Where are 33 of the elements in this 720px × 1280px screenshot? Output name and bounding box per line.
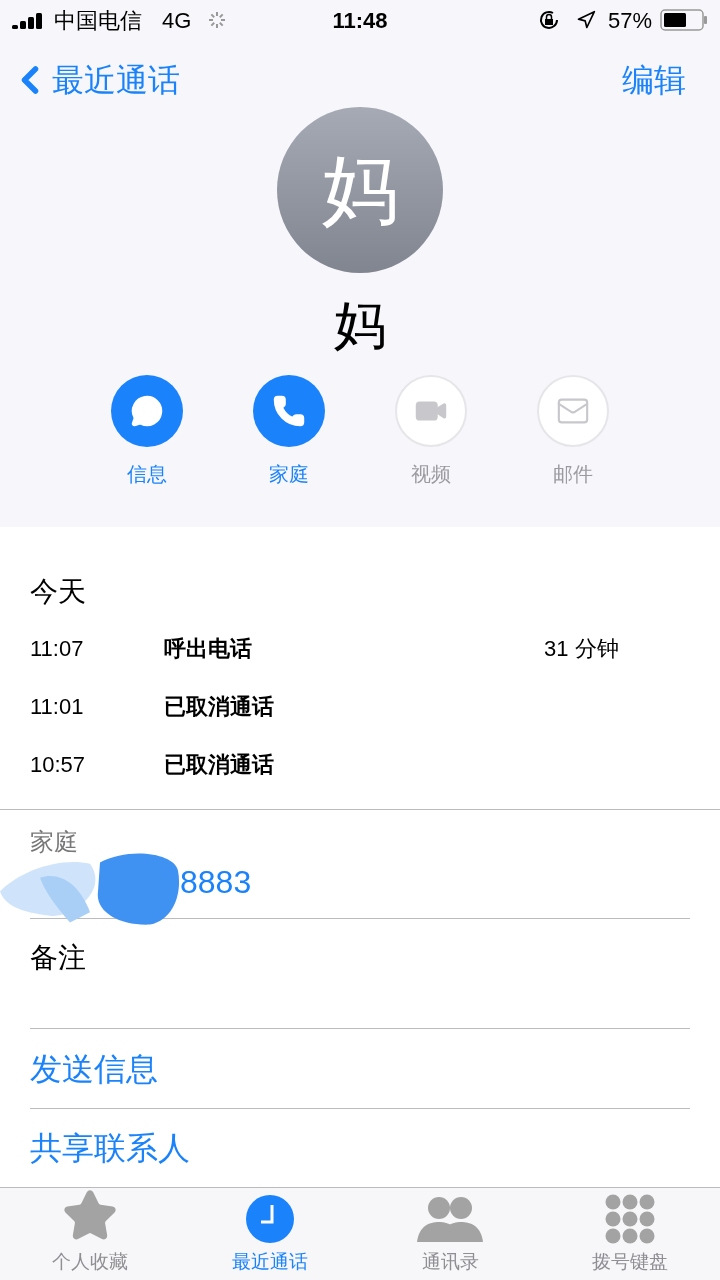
- action-link[interactable]: 共享联系人: [30, 1123, 190, 1172]
- call-type: 已取消通话: [164, 692, 275, 721]
- call-type: 呼出电话: [164, 634, 253, 663]
- notes-label: 备注: [30, 941, 86, 973]
- battery-percent: 57%: [607, 6, 652, 35]
- tab-bar-item[interactable]: 个人收藏: [0, 1187, 180, 1280]
- action-link[interactable]: 发送信息: [30, 1044, 158, 1093]
- loading-spinner-icon: [207, 10, 228, 30]
- network-type: 4G: [162, 6, 192, 35]
- call-time: 11:07: [30, 634, 85, 663]
- tab-bar-item[interactable]: 拨号键盘: [540, 1187, 720, 1280]
- phone-icon: [272, 394, 306, 428]
- keypad-icon: [605, 1193, 655, 1244]
- back-button[interactable]: 最近通话: [16, 56, 180, 104]
- tab-bar-item[interactable]: 通讯录: [360, 1187, 540, 1280]
- clock-icon: [245, 1193, 295, 1244]
- edit-button[interactable]: 编辑: [622, 56, 686, 104]
- carrier-name: 中国电信: [54, 6, 142, 35]
- contact-avatar: 妈: [277, 107, 443, 273]
- contact-name: 妈: [334, 295, 386, 356]
- rotation-lock-icon: [537, 9, 560, 31]
- phone-number: 8883: [180, 862, 253, 902]
- call-time: 10:57: [30, 750, 87, 779]
- call-time: 11:01: [30, 692, 85, 721]
- call-type: 已取消通话: [164, 750, 275, 779]
- call-duration: 31 分钟: [544, 634, 619, 663]
- phone-label: 家庭: [30, 826, 79, 857]
- location-arrow-icon: [575, 10, 596, 30]
- status-time: 11:48: [332, 6, 388, 35]
- speech-bubble-icon: [130, 394, 164, 428]
- battery-icon: [660, 9, 708, 31]
- section-heading: 今天: [30, 575, 87, 609]
- tab-bar-item[interactable]: 最近通话: [180, 1187, 360, 1280]
